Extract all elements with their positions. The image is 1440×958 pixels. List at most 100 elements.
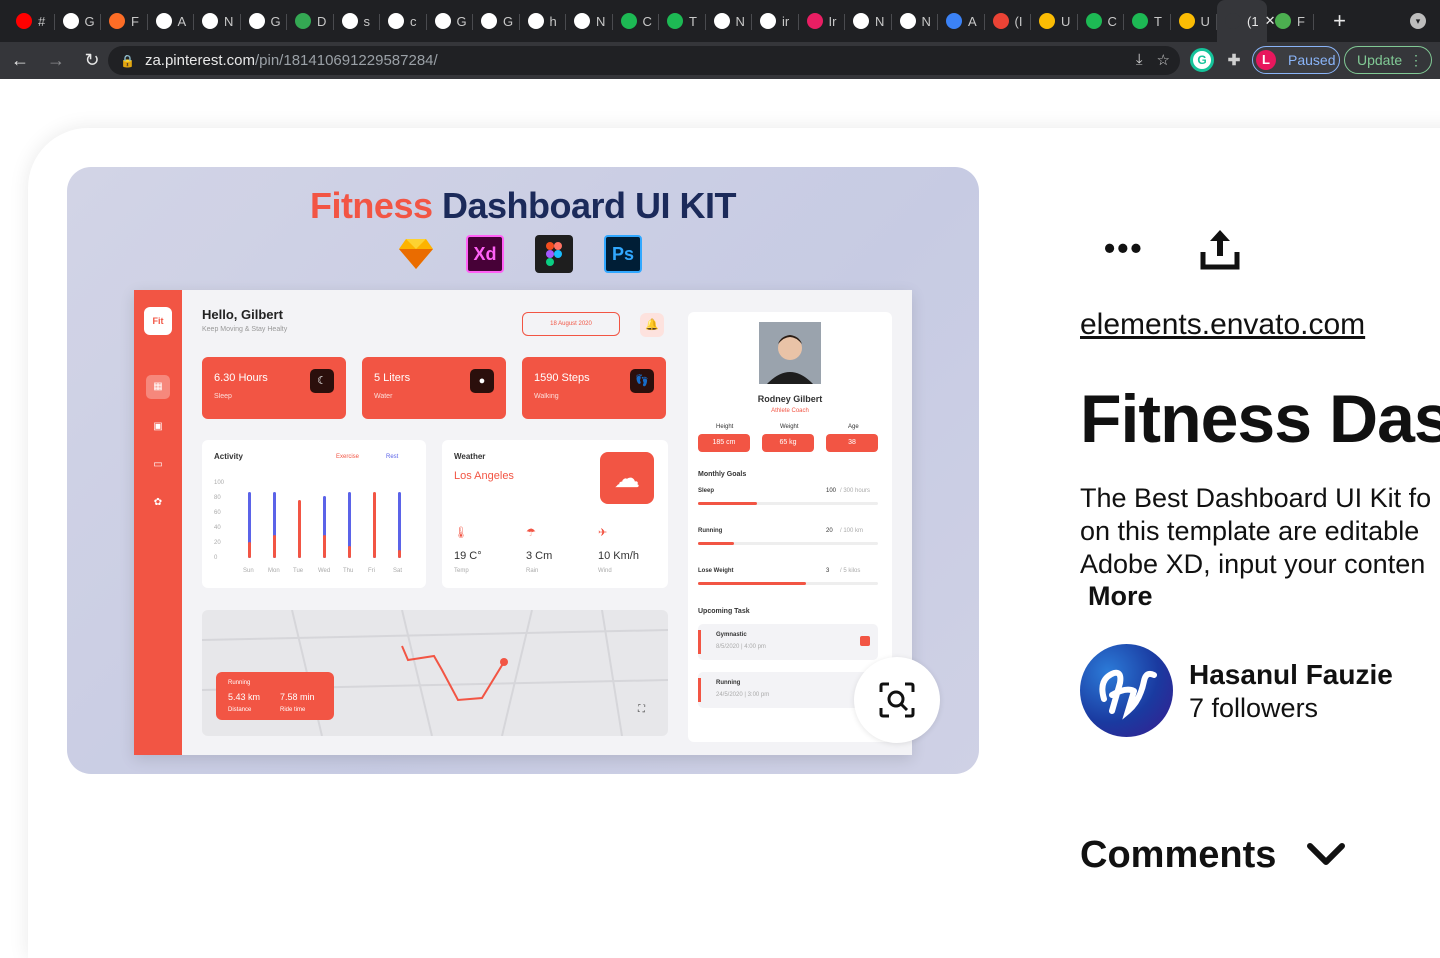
openai-icon	[713, 13, 730, 29]
activity-bar-exercise	[273, 534, 276, 558]
browser-tab[interactable]: D	[287, 0, 334, 42]
browser-tab[interactable]: c	[380, 0, 427, 42]
source-link[interactable]: elements.envato.com	[1080, 308, 1365, 342]
bookmark-star-icon[interactable]: ☆	[1157, 51, 1170, 69]
chevron-down-icon[interactable]	[1306, 840, 1346, 873]
tab-label: (1	[1247, 13, 1259, 29]
weather-city: Los Angeles	[454, 470, 514, 482]
browser-tab[interactable]: Ir	[799, 0, 846, 42]
kebab-menu-icon[interactable]: ⋮	[1409, 52, 1423, 69]
reload-button[interactable]: ↻	[76, 50, 108, 71]
comments-heading[interactable]: Comments	[1080, 834, 1276, 877]
checkbox-icon	[860, 636, 870, 646]
browser-tab[interactable]: N	[706, 0, 753, 42]
browser-tab[interactable]: G	[427, 0, 474, 42]
goal-name: Sleep	[698, 488, 715, 494]
tasks-title: Upcoming Task	[698, 608, 750, 615]
browser-tab[interactable]: T	[1124, 0, 1171, 42]
goal-progress-track	[698, 582, 878, 585]
browser-tab[interactable]: U	[1171, 0, 1218, 42]
forward-button[interactable]: →	[40, 50, 72, 71]
task-name: Running	[716, 680, 741, 686]
pin-image[interactable]: Fitness Dashboard UI KIT Xd Ps Fit ▦ ▣ ▭…	[67, 167, 979, 774]
profile-button[interactable]: L Paused	[1252, 46, 1340, 74]
xd-icon: Xd	[466, 235, 504, 273]
browser-tab[interactable]: F	[101, 0, 148, 42]
goal-progress-track	[698, 502, 878, 505]
creator-name[interactable]: Hasanul Fauzie	[1189, 659, 1393, 691]
oi-icon	[1039, 13, 1055, 29]
goal-value: 20	[826, 528, 833, 534]
browser-tab[interactable]: N	[566, 0, 613, 42]
tab-search-icon[interactable]: ▾	[1410, 13, 1426, 29]
dashboard-greeting-sub: Keep Moving & Stay Healty	[202, 326, 288, 333]
browser-tab[interactable]: (I	[985, 0, 1032, 42]
browser-tab[interactable]: N	[845, 0, 892, 42]
browser-tab[interactable]: N	[892, 0, 939, 42]
more-button[interactable]: More	[1088, 581, 1153, 612]
browser-tab[interactable]: F	[1267, 0, 1314, 42]
google-icon	[62, 13, 79, 29]
grammarly-extension-icon[interactable]: G	[1190, 48, 1214, 72]
activity-day-label: Sat	[393, 568, 403, 574]
w-icon	[620, 13, 637, 29]
browser-tab[interactable]: A	[938, 0, 985, 42]
tab-label: T	[1154, 13, 1162, 29]
goal-progress-fill	[698, 582, 806, 585]
activity-day-label: Mon	[268, 568, 280, 574]
address-bar[interactable]: 🔒 za.pinterest.com/pin/18141069122958728…	[108, 46, 1180, 75]
tab-label: ir	[782, 13, 790, 29]
w-icon	[1132, 13, 1148, 29]
gitlab-icon	[109, 13, 125, 29]
browser-tab[interactable]: A	[148, 0, 195, 42]
activity-ytick: 20	[214, 540, 221, 546]
browser-tab[interactable]: N	[194, 0, 241, 42]
stat-card-sleep: 6.30 Hours Sleep ☾	[202, 357, 346, 419]
goal-name: Running	[698, 528, 723, 534]
moon-icon: ☾	[310, 369, 334, 393]
activity-bar-exercise	[373, 491, 376, 558]
more-options-icon[interactable]: •••	[1104, 232, 1144, 264]
google-icon	[481, 13, 497, 29]
run-distance-label: Distance	[228, 707, 252, 713]
browser-tab[interactable]: G	[55, 0, 102, 42]
browser-tab[interactable]: h	[520, 0, 567, 42]
creator-avatar[interactable]	[1080, 644, 1173, 737]
browser-tab[interactable]: G	[241, 0, 288, 42]
grid-icon: ▦	[146, 375, 170, 399]
visual-search-button[interactable]	[854, 657, 940, 743]
tab-label: N	[224, 13, 234, 29]
browser-tab[interactable]: U	[1031, 0, 1078, 42]
google-icon	[248, 13, 265, 29]
tab-label: #	[38, 13, 46, 29]
new-tab-button[interactable]: +	[1328, 8, 1352, 34]
goal-progress-track	[698, 542, 878, 545]
browser-tab[interactable]: T	[659, 0, 706, 42]
profile-status: Paused	[1288, 52, 1336, 68]
browser-tab[interactable]: C	[613, 0, 660, 42]
tab-label: c	[410, 13, 417, 29]
extensions-puzzle-icon[interactable]: ✚	[1222, 48, 1246, 72]
youtube-icon	[16, 13, 32, 29]
tab-label: A	[968, 13, 977, 29]
stat-value: 6.30 Hours	[214, 372, 268, 384]
browser-tab[interactable]: (1 ✕	[1217, 0, 1275, 42]
lock-icon[interactable]: 🔒	[120, 54, 135, 68]
browser-tab[interactable]: G	[473, 0, 520, 42]
weather-temp: 19 C°	[454, 550, 482, 562]
fullscreen-icon: ⛶	[638, 704, 645, 715]
browser-tab[interactable]: ir	[752, 0, 799, 42]
share-icon[interactable]	[1200, 228, 1240, 275]
back-button[interactable]: ←	[4, 50, 36, 71]
browser-tab[interactable]: s	[334, 0, 381, 42]
browser-tab[interactable]: #	[8, 0, 55, 42]
update-label: Update	[1357, 52, 1403, 68]
browser-tab[interactable]: C	[1078, 0, 1125, 42]
update-button[interactable]: Update ⋮	[1344, 46, 1432, 74]
task-date: 8/5/2020 | 4:00 pm	[716, 644, 766, 650]
url-host: za.pinterest.com	[144, 52, 255, 69]
leaf-icon	[1275, 13, 1291, 29]
install-app-icon[interactable]: ⤓	[1136, 51, 1143, 69]
description-line: The Best Dashboard UI Kit fo	[1080, 483, 1432, 513]
google-icon	[388, 13, 404, 29]
